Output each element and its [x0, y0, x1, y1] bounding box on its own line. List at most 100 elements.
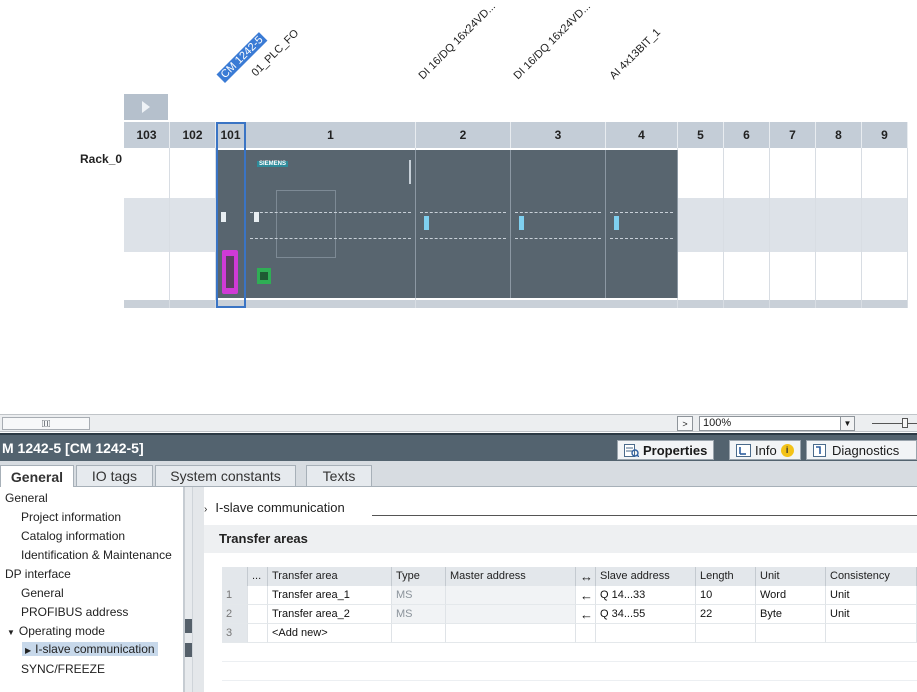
- slot-header-2[interactable]: 2: [416, 122, 511, 148]
- module-ai[interactable]: [606, 150, 678, 298]
- tree-item-general[interactable]: General: [5, 491, 48, 505]
- tree-item-dp-interface[interactable]: DP interface: [5, 567, 71, 581]
- tree-item-operating-mode[interactable]: ▼ Operating mode: [7, 624, 105, 638]
- slot-header-1[interactable]: 1: [246, 122, 416, 148]
- slot-header-4[interactable]: 4: [606, 122, 678, 148]
- direction-arrow-icon[interactable]: ←: [576, 586, 596, 605]
- table-cell-type[interactable]: MS: [392, 605, 446, 624]
- slot-body-8[interactable]: [816, 148, 862, 308]
- tree-item-i-slave-communication[interactable]: ▶ I-slave communication: [22, 642, 158, 656]
- table-cell-type[interactable]: MS: [392, 586, 446, 605]
- slot-header-6[interactable]: 6: [724, 122, 770, 148]
- table-cell-unit[interactable]: [756, 624, 826, 643]
- table-cell-more[interactable]: [248, 624, 268, 643]
- slot-body-102[interactable]: [170, 148, 216, 308]
- table-cell-rownum[interactable]: 2: [222, 605, 248, 624]
- add-new-transfer-area[interactable]: <Add new>: [268, 624, 392, 643]
- ethernet-port-icon[interactable]: [257, 268, 271, 284]
- rack-expand-button[interactable]: [124, 94, 168, 120]
- scroll-left-icon[interactable]: [185, 619, 192, 633]
- slot-header-7[interactable]: 7: [770, 122, 816, 148]
- section-header[interactable]: › I-slave communication: [204, 500, 345, 515]
- pane-splitter[interactable]: [192, 487, 204, 692]
- table-cell-slave-address[interactable]: Q 34...55: [596, 605, 696, 624]
- chevron-down-icon[interactable]: ▼: [7, 628, 15, 637]
- table-cell-length[interactable]: 10: [696, 586, 756, 605]
- chevron-right-icon[interactable]: ▶: [25, 646, 31, 655]
- table-cell-length[interactable]: 22: [696, 605, 756, 624]
- column-header-master-address[interactable]: Master address: [446, 567, 576, 586]
- table-cell-more[interactable]: [248, 586, 268, 605]
- table-cell-direction[interactable]: [576, 624, 596, 643]
- column-header-more[interactable]: ...: [248, 567, 268, 586]
- table-cell-slave-address[interactable]: Q 14...33: [596, 586, 696, 605]
- module-label-di-dq-2[interactable]: DI 16/DQ 16x24VD...: [417, 0, 499, 82]
- column-header-length[interactable]: Length: [696, 567, 756, 586]
- table-cell-unit[interactable]: Byte: [756, 605, 826, 624]
- table-cell-rownum[interactable]: 1: [222, 586, 248, 605]
- slot-body-5[interactable]: [678, 148, 724, 308]
- column-header-slave-address[interactable]: Slave address: [596, 567, 696, 586]
- column-header-direction[interactable]: ↔: [576, 567, 596, 586]
- tree-item-dp-general[interactable]: General: [21, 586, 64, 600]
- scroll-right-icon[interactable]: [185, 643, 192, 657]
- module-cpu[interactable]: [246, 150, 416, 298]
- tab-properties[interactable]: Properties: [617, 440, 715, 460]
- table-cell-transfer-area[interactable]: Transfer area_1: [268, 586, 392, 605]
- table-cell-consistency[interactable]: Unit: [826, 605, 917, 624]
- slot-header-102[interactable]: 102: [170, 122, 216, 148]
- tree-item-project-information[interactable]: Project information: [21, 510, 121, 524]
- slot-body-7[interactable]: [770, 148, 816, 308]
- tree-item-profibus-address[interactable]: PROFIBUS address: [21, 605, 128, 619]
- table-cell-type[interactable]: [392, 624, 446, 643]
- slot-body-6[interactable]: [724, 148, 770, 308]
- table-cell-master-address[interactable]: [446, 586, 576, 605]
- table-cell-more[interactable]: [248, 605, 268, 624]
- zoom-select[interactable]: 100% ▼: [699, 416, 855, 431]
- navigate-right-button[interactable]: >: [677, 416, 693, 431]
- column-header-transfer-area[interactable]: Transfer area: [268, 567, 392, 586]
- slot-header-3[interactable]: 3: [511, 122, 606, 148]
- column-header-unit[interactable]: Unit: [756, 567, 826, 586]
- chevron-down-icon[interactable]: ▼: [840, 417, 854, 430]
- table-cell-master-address[interactable]: [446, 624, 576, 643]
- tree-item-identification-maintenance[interactable]: Identification & Maintenance: [21, 548, 172, 562]
- device-view[interactable]: CM 1242-5 01_PLC_FO DI 16/DQ 16x24VD... …: [0, 0, 917, 414]
- tab-info[interactable]: Info i: [729, 440, 801, 460]
- column-header-type[interactable]: Type: [392, 567, 446, 586]
- table-cell-consistency[interactable]: Unit: [826, 586, 917, 605]
- direction-arrow-icon[interactable]: ←: [576, 605, 596, 624]
- column-header-consistency[interactable]: Consistency: [826, 567, 917, 586]
- tab-io-tags[interactable]: IO tags: [76, 465, 153, 486]
- zoom-slider-knob[interactable]: [902, 418, 908, 428]
- table-cell-length[interactable]: [696, 624, 756, 643]
- table-cell-slave-address[interactable]: [596, 624, 696, 643]
- table-cell-unit[interactable]: Word: [756, 586, 826, 605]
- nav-tree-scrollbar[interactable]: [184, 487, 192, 692]
- module-di-dq-slot2[interactable]: [416, 150, 511, 298]
- table-cell-transfer-area[interactable]: Transfer area_2: [268, 605, 392, 624]
- table-cell-consistency[interactable]: [826, 624, 917, 643]
- horizontal-scrollbar-thumb[interactable]: [2, 417, 90, 430]
- tab-diagnostics[interactable]: Diagnostics: [806, 440, 917, 460]
- module-label-di-dq-3[interactable]: DI 16/DQ 16x24VD...: [512, 0, 594, 82]
- slot-header-5[interactable]: 5: [678, 122, 724, 148]
- module-di-dq-slot3[interactable]: [511, 150, 606, 298]
- tab-general[interactable]: General: [0, 465, 74, 488]
- table-cell-master-address[interactable]: [446, 605, 576, 624]
- slot-header-103[interactable]: 103: [124, 122, 170, 148]
- slot-body-9[interactable]: [862, 148, 908, 308]
- tree-item-i-slave-communication-label: I-slave communication: [35, 642, 155, 656]
- table-cell-rownum[interactable]: 3: [222, 624, 248, 643]
- profibus-connector-icon[interactable]: [222, 250, 238, 294]
- module-label-ai[interactable]: AI 4x13BIT_1: [608, 26, 664, 82]
- tree-item-sync-freeze[interactable]: SYNC/FREEZE: [21, 662, 105, 676]
- slot-header-9[interactable]: 9: [862, 122, 908, 148]
- chevron-right-icon[interactable]: ›: [204, 504, 207, 515]
- slot-body-103[interactable]: [124, 148, 170, 308]
- tab-system-constants[interactable]: System constants: [155, 465, 296, 486]
- zoom-slider[interactable]: [872, 423, 917, 424]
- tab-texts[interactable]: Texts: [306, 465, 372, 486]
- tree-item-catalog-information[interactable]: Catalog information: [21, 529, 125, 543]
- slot-header-8[interactable]: 8: [816, 122, 862, 148]
